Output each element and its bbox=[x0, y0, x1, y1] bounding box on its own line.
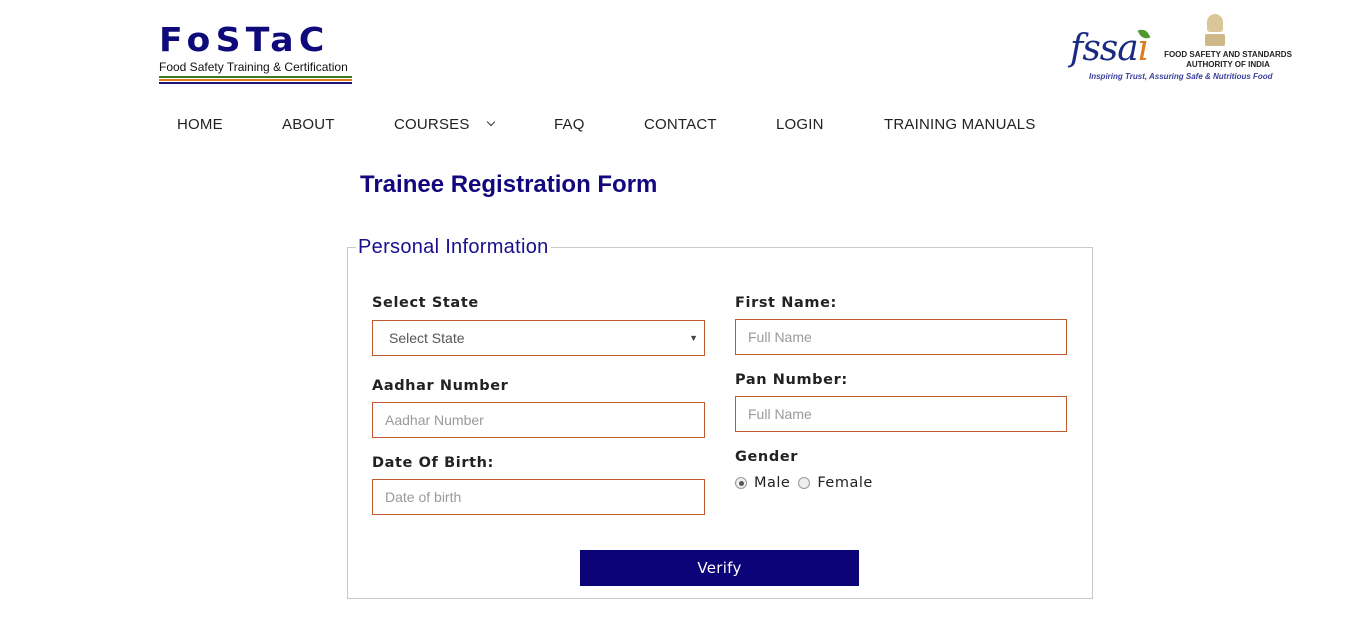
emblem-base bbox=[1205, 34, 1225, 46]
first-name-input[interactable] bbox=[735, 319, 1067, 355]
logo-wordmark: FoSTaC bbox=[159, 20, 330, 59]
stripe-green bbox=[159, 76, 352, 78]
gender-male-label[interactable]: Male bbox=[754, 475, 790, 491]
nav-home[interactable]: HOME bbox=[177, 116, 223, 133]
gender-female-label[interactable]: Female bbox=[817, 475, 872, 491]
chevron-down-icon bbox=[486, 117, 495, 127]
page-title: Trainee Registration Form bbox=[360, 171, 658, 198]
fssai-full-name: FOOD SAFETY AND STANDARDS AUTHORITY OF I… bbox=[1163, 50, 1293, 70]
dob-label: Date Of Birth: bbox=[372, 455, 494, 471]
aadhar-input[interactable] bbox=[372, 402, 705, 438]
emblem-head bbox=[1207, 14, 1223, 32]
state-select-value: Select State bbox=[389, 330, 465, 346]
state-label: Select State bbox=[372, 295, 479, 311]
aadhar-label: Aadhar Number bbox=[372, 378, 509, 394]
fssai-name-line1: FOOD SAFETY AND STANDARDS bbox=[1164, 50, 1292, 59]
first-name-label: First Name: bbox=[735, 295, 837, 311]
nav-courses[interactable]: COURSES bbox=[394, 116, 495, 133]
nav-contact[interactable]: CONTACT bbox=[644, 116, 717, 133]
pan-label: Pan Number: bbox=[735, 372, 848, 388]
gender-male-radio[interactable] bbox=[735, 477, 747, 489]
fssai-name-line2: AUTHORITY OF INDIA bbox=[1186, 60, 1270, 69]
nav-login[interactable]: LOGIN bbox=[776, 116, 824, 133]
fostac-logo[interactable]: FoSTaC Food Safety Training & Certificat… bbox=[159, 22, 353, 85]
fssai-logo: fssai FOOD SAFETY AND STANDARDS AUTHORIT… bbox=[1070, 14, 1293, 84]
national-emblem-icon bbox=[1204, 14, 1226, 48]
section-title: Personal Information bbox=[358, 236, 549, 258]
gender-radio-group: Male Female bbox=[735, 475, 881, 491]
nav-about[interactable]: ABOUT bbox=[282, 116, 335, 133]
dropdown-arrow-icon: ▼ bbox=[689, 333, 698, 343]
stripe-navy bbox=[159, 82, 352, 84]
fssai-slogan: Inspiring Trust, Assuring Safe & Nutriti… bbox=[1089, 72, 1273, 81]
nav-training-manuals[interactable]: TRAINING MANUALS bbox=[884, 116, 1036, 133]
pan-input[interactable] bbox=[735, 396, 1067, 432]
fssai-wordmark: fssai bbox=[1070, 28, 1149, 69]
fssai-mark-text: fssa bbox=[1070, 28, 1139, 69]
gender-label: Gender bbox=[735, 449, 799, 465]
logo-tagline: Food Safety Training & Certification bbox=[159, 60, 348, 74]
nav-courses-label: COURSES bbox=[394, 116, 470, 133]
nav-faq[interactable]: FAQ bbox=[554, 116, 585, 133]
verify-button[interactable]: Verify bbox=[580, 550, 859, 586]
state-select[interactable]: Select State ▼ bbox=[372, 320, 705, 356]
gender-female-radio[interactable] bbox=[798, 477, 811, 489]
logo-stripes bbox=[159, 76, 352, 84]
stripe-orange bbox=[159, 79, 352, 81]
dob-input[interactable] bbox=[372, 479, 705, 515]
